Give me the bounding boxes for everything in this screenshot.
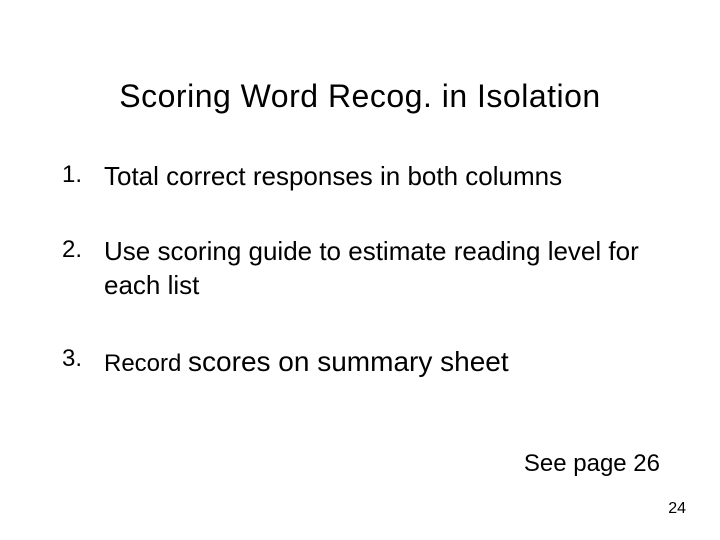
list-item-text: Total correct responses in both columns — [104, 160, 660, 193]
list-item-text: Use scoring guide to estimate reading le… — [104, 235, 660, 302]
page-number: 24 — [668, 500, 686, 518]
list-item-number: 1. — [62, 160, 104, 191]
list-item: 3. Record scores on summary sheet — [62, 344, 660, 380]
see-reference: See page 26 — [524, 450, 660, 478]
list-item-number: 2. — [62, 235, 104, 266]
list-item-emph: scores on summary sheet — [188, 346, 509, 377]
slide-title: Scoring Word Recog. in Isolation — [0, 78, 720, 115]
list-item-text: Record scores on summary sheet — [104, 344, 660, 380]
ordered-list: 1. Total correct responses in both colum… — [62, 160, 660, 422]
list-item: 1. Total correct responses in both colum… — [62, 160, 660, 193]
slide: Scoring Word Recog. in Isolation 1. Tota… — [0, 0, 720, 540]
list-item: 2. Use scoring guide to estimate reading… — [62, 235, 660, 302]
list-item-number: 3. — [62, 344, 104, 375]
list-item-pre: Record — [104, 350, 188, 377]
